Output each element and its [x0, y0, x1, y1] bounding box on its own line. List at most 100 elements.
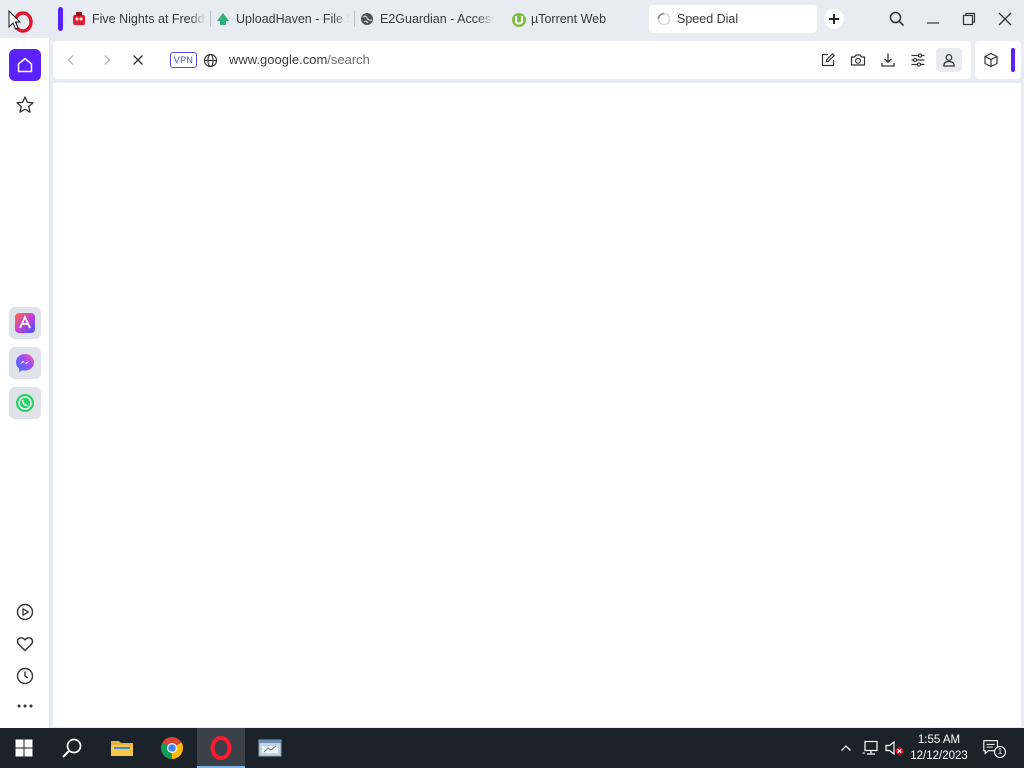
network-tray-button[interactable] [861, 738, 881, 758]
sidebar-item-aria[interactable] [9, 307, 41, 339]
tab-e2guardian[interactable]: E2Guardian - Access D [356, 5, 496, 33]
opera-menu-button[interactable] [8, 8, 34, 34]
tab-uploadhaven[interactable]: UploadHaven - File Sh [212, 5, 352, 33]
easy-setup-menu-button[interactable] [909, 51, 927, 69]
uploadhaven-tab-icon [216, 12, 230, 26]
tab-fnaf[interactable]: Five Nights at Freddy [68, 5, 208, 33]
site-info-button[interactable] [200, 50, 220, 70]
taskbar-chrome[interactable] [148, 728, 196, 768]
network-window-icon [258, 739, 282, 757]
profile-icon [943, 54, 955, 67]
clock-date: 12/12/2023 [910, 750, 968, 762]
sidebar-item-messenger[interactable] [9, 347, 41, 379]
extensions-button[interactable] [982, 51, 1000, 69]
profile-button[interactable] [936, 48, 962, 72]
player-icon [16, 603, 34, 621]
fnaf-tab-icon [72, 12, 86, 26]
sidebar-more-button[interactable] [9, 690, 41, 722]
snapshot-button[interactable] [849, 51, 867, 69]
active-workspace-indicator [58, 7, 63, 31]
sidebar-item-bookmarks[interactable] [9, 89, 41, 121]
messenger-icon [16, 354, 34, 372]
settings-sliders-icon [911, 53, 925, 67]
aria-icon [15, 313, 35, 333]
sidebar-indicator [1011, 48, 1015, 72]
minimize-button[interactable] [918, 4, 948, 34]
tab-label: Speed Dial [677, 12, 739, 26]
tab-label: µTorrent Web [531, 12, 607, 26]
history-icon [16, 667, 34, 685]
forward-arrow-icon [104, 55, 111, 65]
back-button[interactable] [61, 50, 81, 70]
windows-taskbar: 1:55 AM 12/12/2023 1 [0, 728, 1024, 768]
tab-separator [210, 11, 211, 27]
sidebar-item-favorites[interactable] [9, 628, 41, 660]
start-button[interactable] [0, 728, 48, 768]
title-bar: Five Nights at Freddy UploadHaven - File… [0, 0, 1024, 38]
notification-badge: 1 [994, 746, 1006, 758]
opera-icon [210, 736, 232, 760]
close-icon [998, 12, 1012, 26]
new-tab-button[interactable] [824, 9, 844, 29]
globe-icon [203, 53, 217, 67]
taskbar-opera[interactable] [197, 728, 245, 768]
system-clock[interactable]: 1:55 AM 12/12/2023 [906, 732, 972, 764]
easy-setup-button[interactable] [819, 51, 837, 69]
tab-speed-dial[interactable]: Speed Dial [649, 5, 817, 33]
url-path: /search [327, 52, 370, 67]
action-center-button[interactable]: 1 [982, 738, 1006, 758]
sidebar-item-history[interactable] [9, 660, 41, 692]
edit-icon [821, 52, 836, 67]
address-bar: VPN www.google.com/search [53, 41, 971, 79]
sidebar [0, 38, 50, 728]
globe-tab-icon [360, 12, 374, 26]
url-host: www.google.com [229, 52, 328, 67]
back-arrow-icon [67, 55, 74, 65]
camera-icon [850, 54, 866, 66]
close-button[interactable] [990, 4, 1020, 34]
volume-tray-button[interactable] [885, 738, 905, 758]
taskbar-search-button[interactable] [48, 728, 96, 768]
stop-loading-button[interactable] [128, 50, 148, 70]
page-content [53, 83, 1021, 727]
tab-utorrent[interactable]: µTorrent Web [507, 5, 637, 33]
chevron-up-icon [841, 745, 851, 751]
home-icon [17, 57, 33, 73]
sidebar-item-whatsapp[interactable] [9, 387, 41, 419]
url-field[interactable]: www.google.com/search [229, 52, 370, 67]
tab-search-button[interactable] [882, 4, 912, 34]
cube-icon [984, 52, 998, 68]
taskbar-file-explorer[interactable] [98, 728, 146, 768]
search-icon [62, 738, 82, 758]
tab-label: Five Nights at Freddy [92, 12, 206, 26]
search-icon [889, 11, 905, 27]
opera-logo-icon [8, 9, 33, 33]
sidebar-item-home[interactable] [9, 49, 41, 81]
minimize-icon [927, 22, 939, 24]
download-icon [881, 53, 895, 67]
vpn-badge[interactable]: VPN [170, 52, 197, 68]
taskbar-app-window[interactable] [246, 728, 294, 768]
utorrent-tab-icon [511, 12, 526, 27]
loading-spinner-icon [657, 12, 671, 26]
tab-label: UploadHaven - File Sh [236, 12, 350, 26]
forward-button[interactable] [97, 50, 117, 70]
tab-label: E2Guardian - Access D [380, 12, 494, 26]
plus-icon [829, 14, 839, 24]
sidebar-item-player[interactable] [9, 596, 41, 628]
stop-icon [133, 55, 143, 65]
restore-icon [962, 12, 976, 26]
heart-icon [16, 637, 34, 652]
more-icon [17, 704, 33, 708]
downloads-button[interactable] [879, 51, 897, 69]
restore-button[interactable] [954, 4, 984, 34]
volume-muted-icon [885, 740, 904, 756]
network-icon [862, 740, 878, 755]
whatsapp-icon [16, 394, 34, 412]
extensions-area [975, 41, 1021, 79]
show-hidden-icons-button[interactable] [836, 738, 856, 758]
chrome-icon [161, 737, 183, 759]
windows-logo-icon [15, 739, 33, 757]
star-icon [16, 96, 34, 113]
folder-icon [111, 741, 133, 756]
